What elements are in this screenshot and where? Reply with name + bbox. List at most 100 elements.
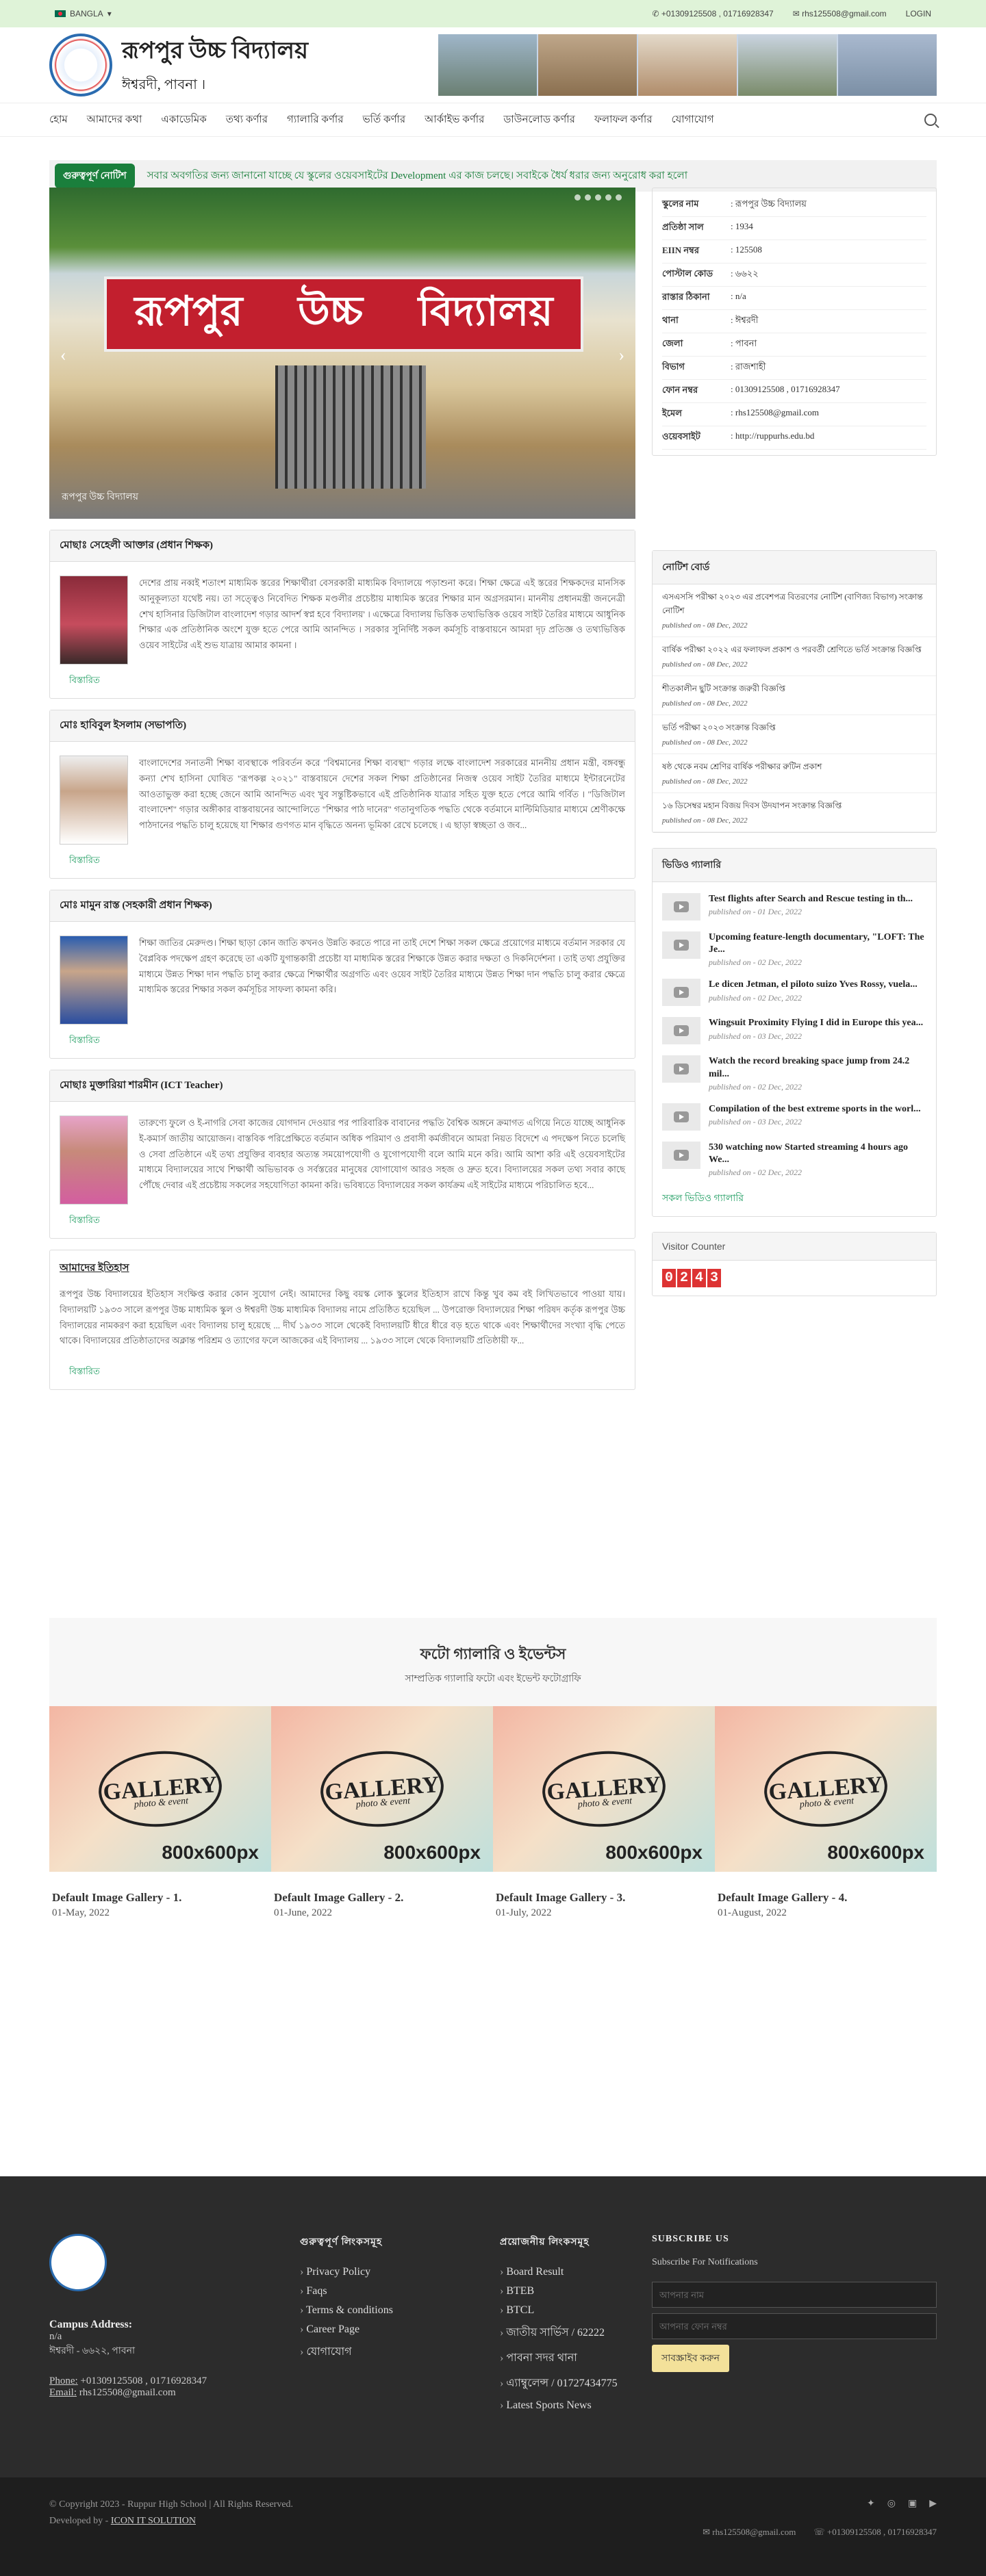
nav-item-academic[interactable]: একাডেমিক — [161, 102, 206, 138]
notice-board: নোটিশ বোর্ড এসএসসি পরীক্ষা ২০২৩ এর প্রবে… — [652, 550, 937, 833]
read-more-link[interactable]: বিস্তারিত — [60, 854, 635, 878]
all-videos-link[interactable]: সকল ভিডিও গ্যালারি — [653, 1183, 936, 1216]
info-value: : rhs125508@gmail.com — [731, 402, 926, 426]
info-value: : 01309125508 , 01716928347 — [731, 379, 926, 403]
gallery-item[interactable]: photo & event GALLERY 800x600px Default Ima… — [49, 1706, 271, 1919]
slider-next-icon[interactable]: › — [618, 345, 624, 365]
video-date: published on - 03 Dec, 2022 — [709, 1116, 802, 1126]
nav-item-admission[interactable]: ভর্তি কর্ণার — [363, 102, 406, 138]
notice-item[interactable]: শীতকালীন ছুটি সংক্রান্ত জরুরী বিজ্ঞপ্তি p… — [653, 676, 936, 715]
login-link[interactable]: LOGIN — [906, 9, 931, 18]
subscribe-button[interactable]: সাবস্ক্রাইব করুন — [652, 2345, 730, 2372]
linkedin-icon[interactable]: ▣ — [908, 2498, 917, 2510]
gallery-item-date: 01-June, 2022 — [274, 1907, 332, 1918]
footer-link[interactable]: Career Page — [300, 2320, 500, 2339]
slider-dots[interactable] — [574, 194, 622, 201]
gallery-image[interactable]: photo & event GALLERY 800x600px — [271, 1706, 493, 1872]
subscribe-name-input[interactable] — [652, 2282, 937, 2308]
gallery-item[interactable]: photo & event GALLERY 800x600px Default Ima… — [715, 1706, 937, 1919]
footer-link[interactable]: জাতীয় সার্ভিস / 62222 — [500, 2320, 652, 2345]
notice-item[interactable]: বার্ষিক পরীক্ষা ২০২২ এর ফলাফল প্রকাশ ও প… — [653, 637, 936, 676]
footer-link[interactable]: Terms & conditions — [300, 2301, 500, 2320]
bottom-email[interactable]: rhs125508@gmail.com — [712, 2527, 796, 2537]
language-selector[interactable]: BANGLA — [70, 9, 103, 18]
video-item[interactable]: Wingsuit Proximity Flying I did in Europ… — [653, 1012, 936, 1050]
gallery-image[interactable]: photo & event GALLERY 800x600px — [715, 1706, 937, 1872]
notice-item-date: published on - 08 Dec, 2022 — [662, 777, 748, 786]
footer-link[interactable]: Board Result — [500, 2263, 652, 2282]
info-row: ওয়েবসাইট: http://ruppurhs.edu.bd — [662, 426, 926, 450]
message-card: মোছাঃ মুক্তারিয়া শারমীন (ICT Teacher) ত… — [49, 1070, 635, 1239]
footer-link[interactable]: এ্যাম্বুলেন্স / 01727434775 — [500, 2371, 652, 2396]
nav-item-about[interactable]: আমাদের কথা — [87, 102, 142, 138]
president-photo — [60, 756, 128, 845]
school-info-panel: স্কুলের নাম: রূপপুর উচ্চ বিদ্যালয় প্রতিষ… — [652, 188, 937, 456]
message-text: বাংলাদেশের সনাতনী শিক্ষা ব্যবস্থাকে পরিব… — [139, 758, 625, 830]
gallery-size-label: 800x600px — [162, 1842, 259, 1863]
nav-item-contact[interactable]: যোগাযোগ — [671, 102, 713, 138]
footer-link[interactable]: পাবনা সদর থানা — [500, 2345, 652, 2371]
message-title: মোছাঃ মুক্তারিয়া শারমীন (ICT Teacher) — [50, 1070, 635, 1102]
footer-phone: +01309125508 , 01716928347 — [80, 2375, 207, 2386]
notice-item[interactable]: ষষ্ঠ থেকে নবম শ্রেণির বার্ষিক পরীক্ষার র… — [653, 754, 936, 793]
info-key: থানা — [662, 309, 731, 333]
footer-link[interactable]: BTCL — [500, 2301, 652, 2320]
read-more-link[interactable]: বিস্তারিত — [60, 1034, 635, 1058]
slider-prev-icon[interactable]: ‹ — [60, 345, 66, 365]
video-item[interactable]: Watch the record breaking space jump fro… — [653, 1050, 936, 1097]
video-item[interactable]: Compilation of the best extreme sports i… — [653, 1098, 936, 1136]
gallery-item[interactable]: photo & event GALLERY 800x600px Default Ima… — [493, 1706, 715, 1919]
youtube-icon[interactable]: ▶ — [929, 2498, 937, 2510]
bangladesh-flag-icon — [55, 10, 66, 17]
notice-item[interactable]: এসএসসি পরীক্ষা ২০২৩ এর প্রবেশপত্র বিতরণে… — [653, 584, 936, 637]
video-item[interactable]: Le dicen Jetman, el piloto suizo Yves Ro… — [653, 973, 936, 1012]
main-column: রূপপুর উচ্চ বিদ্যালয় ‹ › রূপপুর উচ্চ বিদ্… — [49, 188, 635, 1390]
nav-item-home[interactable]: হোম — [49, 102, 68, 138]
gallery-subtitle: সাম্প্রতিক গ্যালারি ফটো এবং ইভেন্ট ফটোগ্… — [405, 1674, 581, 1684]
gallery-image[interactable]: photo & event GALLERY 800x600px — [493, 1706, 715, 1872]
info-value: : রাজশাহী — [731, 356, 926, 380]
top-bar: BANGLA ▾ ✆ +01309125508 , 01716928347 ✉ r… — [0, 0, 986, 27]
school-sign: রূপপুর উচ্চ বিদ্যালয় — [104, 276, 583, 352]
video-gallery-title: ভিডিও গ্যালারি — [653, 849, 936, 882]
brand[interactable]: রূপপুর উচ্চ বিদ্যালয় ঈশ্বরদী, পাবনা । — [49, 33, 308, 97]
footer-link[interactable]: Faqs — [300, 2282, 500, 2301]
notice-text[interactable]: সবার অবগতির জন্য জানানো যাচ্ছে যে স্কুলে… — [147, 168, 687, 185]
subscribe-phone-input[interactable] — [652, 2313, 937, 2339]
twitter-icon[interactable]: ✦ — [867, 2498, 875, 2510]
gallery-item-title: Default Image Gallery - 1. — [52, 1891, 182, 1904]
gallery-item[interactable]: photo & event GALLERY 800x600px Default Ima… — [271, 1706, 493, 1919]
nav-item-gallery[interactable]: গ্যালারি কর্ণার — [287, 102, 344, 138]
nav-item-result[interactable]: ফলাফল কর্ণার — [594, 102, 653, 138]
read-more-link[interactable]: বিস্তারিত — [60, 1214, 635, 1238]
video-item[interactable]: 530 watching now Started streaming 4 hou… — [653, 1136, 936, 1183]
read-more-link[interactable]: বিস্তারিত — [60, 674, 635, 698]
top-email[interactable]: rhs125508@gmail.com — [802, 9, 887, 18]
info-row: পোস্টাল কোড: ৬৬২২ — [662, 263, 926, 287]
nav-item-download[interactable]: ডাউনলোড কর্ণার — [503, 102, 575, 138]
footer-email[interactable]: rhs125508@gmail.com — [79, 2387, 176, 2398]
footer-link[interactable]: Privacy Policy — [300, 2263, 500, 2282]
developer-link[interactable]: ICON IT SOLUTION — [111, 2516, 196, 2526]
history-card: আমাদের ইতিহাস রূপপুর উচ্চ বিদ্যালয়ের ইত… — [49, 1250, 635, 1390]
search-icon[interactable] — [924, 114, 937, 126]
nav-item-archive[interactable]: আর্কাইভ কর্ণার — [425, 102, 484, 138]
info-key: ফোন নম্বর — [662, 379, 731, 403]
read-more-link[interactable]: বিস্তারিত — [60, 1365, 635, 1389]
gallery-image[interactable]: photo & event GALLERY 800x600px — [49, 1706, 271, 1872]
video-item[interactable]: Upcoming feature-length documentary, "LO… — [653, 926, 936, 973]
footer-link[interactable]: Latest Sports News — [500, 2396, 652, 2415]
notice-item[interactable]: ভর্তি পরীক্ষা ২০২৩ সংক্রান্ত বিজ্ঞপ্তি pu… — [653, 715, 936, 754]
info-key: ইমেল — [662, 402, 731, 426]
video-item[interactable]: Test flights after Search and Rescue tes… — [653, 888, 936, 926]
nav-item-info[interactable]: তথ্য কর্ণার — [226, 102, 268, 138]
footer-link[interactable]: BTEB — [500, 2282, 652, 2301]
info-row: ইমেল: rhs125508@gmail.com — [662, 402, 926, 426]
info-key: স্কুলের নাম — [662, 194, 731, 217]
message-title: মোঃ মামুন রাস্ত (সহকারী প্রধান শিক্ষক) — [50, 890, 635, 922]
gallery-item-title: Default Image Gallery - 4. — [718, 1891, 848, 1904]
notice-item[interactable]: ১৬ ডিসেম্বর মহান বিজয় দিবস উদযাপন সংক্র… — [653, 793, 936, 832]
info-key: বিভাগ — [662, 356, 731, 380]
footer-link[interactable]: যোগাযোগ — [300, 2339, 500, 2365]
instagram-icon[interactable]: ◎ — [887, 2498, 896, 2510]
